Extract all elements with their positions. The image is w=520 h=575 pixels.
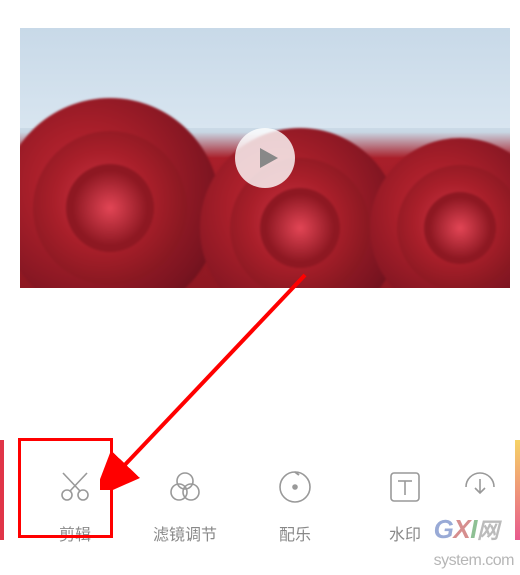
filter-tool[interactable]: 滤镜调节 <box>130 467 240 545</box>
annotation-arrow <box>100 270 320 490</box>
site-watermark: GXI网 system.com <box>434 513 514 571</box>
video-background-roses <box>20 88 510 288</box>
play-button[interactable] <box>235 128 295 188</box>
music-tool[interactable]: 配乐 <box>240 467 350 545</box>
text-icon <box>385 467 425 507</box>
music-icon <box>275 467 315 507</box>
tool-label: 滤镜调节 <box>153 521 217 545</box>
tool-label: 水印 <box>389 521 421 545</box>
play-icon <box>256 146 280 170</box>
scissors-icon <box>55 467 95 507</box>
video-preview[interactable] <box>20 28 510 288</box>
tool-label: 配乐 <box>279 521 311 545</box>
filter-icon <box>165 467 205 507</box>
tool-label: 剪辑 <box>59 521 91 545</box>
download-icon <box>460 467 500 507</box>
edit-tool[interactable]: 剪辑 <box>20 467 130 545</box>
